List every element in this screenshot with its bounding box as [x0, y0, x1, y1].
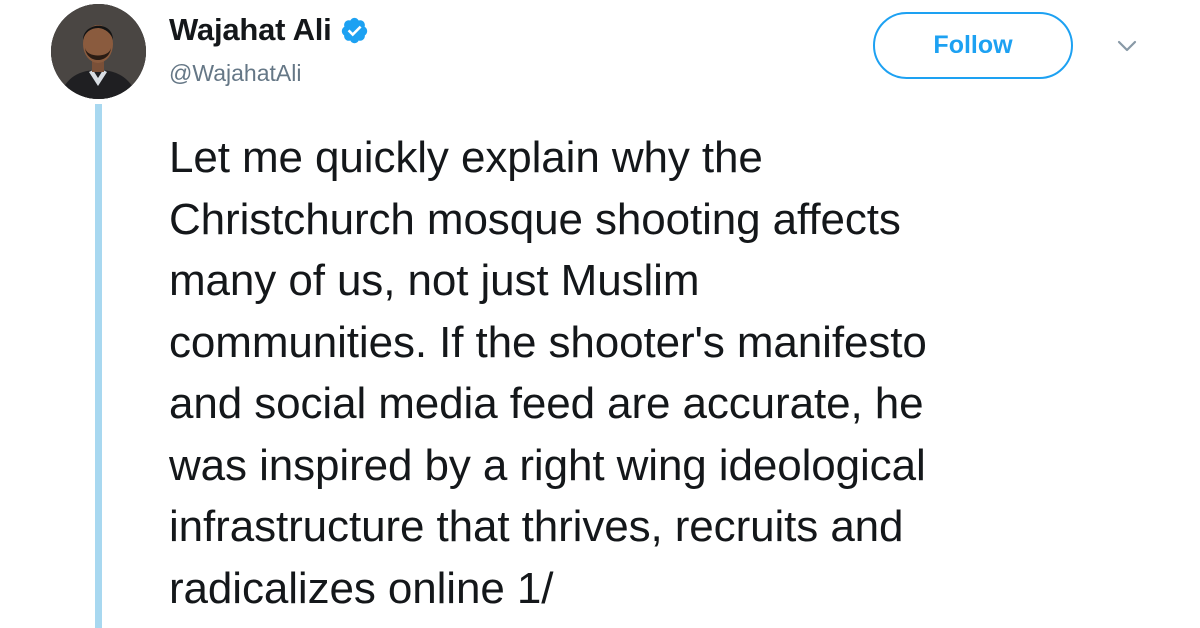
author-name-row[interactable]: Wajahat Ali [169, 12, 369, 48]
follow-button[interactable]: Follow [873, 12, 1073, 79]
author-handle[interactable]: @WajahatAli [169, 60, 301, 87]
chevron-down-icon[interactable] [1112, 36, 1142, 56]
display-name[interactable]: Wajahat Ali [169, 12, 332, 48]
avatar[interactable] [51, 4, 146, 99]
thread-line [95, 104, 102, 628]
profile-photo-icon [51, 4, 146, 99]
verified-badge-icon [340, 16, 369, 45]
tweet-text: Let me quickly explain why the Christchu… [169, 133, 927, 613]
tweet-card: Wajahat Ali @WajahatAli Follow Let me qu… [0, 0, 1200, 628]
